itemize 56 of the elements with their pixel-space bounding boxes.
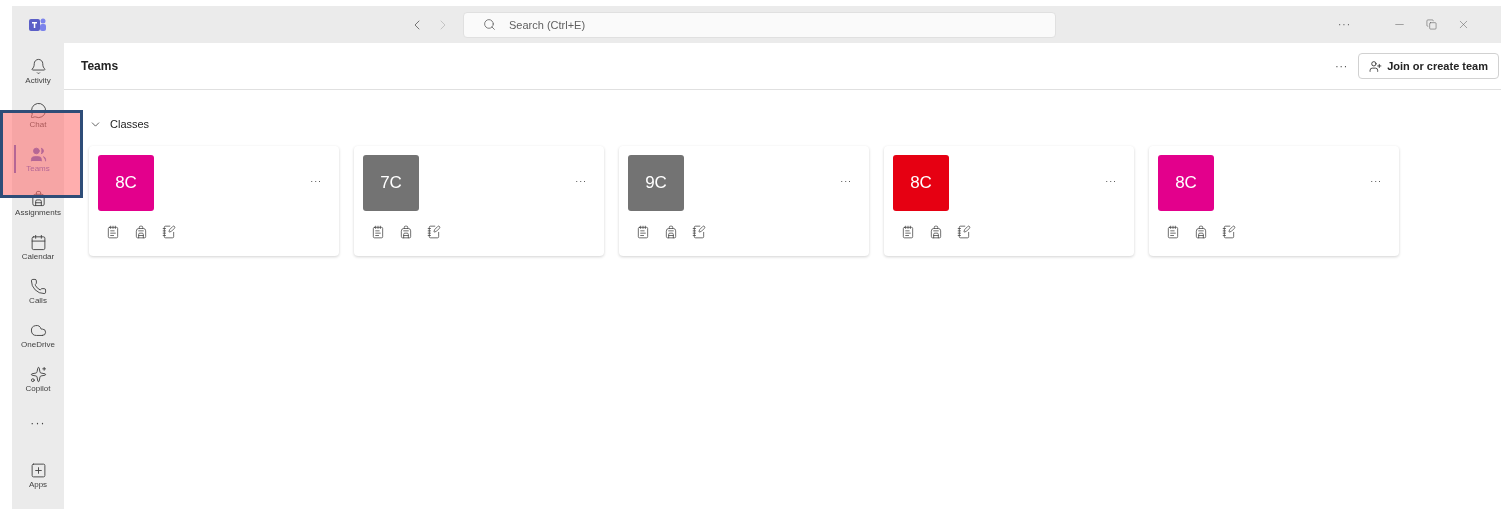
chat-icon	[29, 101, 47, 119]
more-options-button[interactable]: ···	[310, 174, 322, 188]
join-or-create-team-button[interactable]: Join or create team	[1358, 53, 1499, 79]
more-options-button[interactable]: ···	[575, 174, 587, 188]
sidebar-item[interactable]: Calls	[12, 269, 64, 313]
people-add-icon	[1369, 59, 1383, 73]
search-icon	[483, 17, 496, 31]
class-card[interactable]: 8C ···	[1149, 145, 1399, 256]
sparkle-icon	[29, 365, 47, 383]
class-card[interactable]: 7C ···	[354, 145, 604, 256]
class-avatar: 8C	[893, 154, 949, 211]
more-options-button[interactable]: ···	[840, 174, 852, 188]
more-options-button[interactable]: ···	[1370, 174, 1382, 188]
notes-icon[interactable]	[636, 224, 650, 239]
sidebar-item[interactable]: Assignments	[12, 181, 64, 225]
class-card[interactable]: 9C ···	[619, 145, 869, 256]
more-options-button[interactable]: ···	[1335, 58, 1349, 74]
calendar-icon	[29, 233, 47, 251]
sidebar-item[interactable]: Apps	[12, 453, 64, 497]
backpack-icon[interactable]	[664, 224, 678, 239]
phone-icon	[29, 277, 47, 295]
bell-icon	[29, 57, 47, 75]
more-options-button[interactable]: ···	[1338, 17, 1351, 32]
backpack-icon[interactable]	[134, 224, 148, 239]
notebook-pen-icon[interactable]	[957, 224, 971, 239]
backpack-icon[interactable]	[929, 224, 943, 239]
class-card[interactable]: 8C ···	[89, 145, 339, 256]
more-apps-button[interactable]: ···	[12, 401, 64, 445]
class-avatar: 8C	[1158, 154, 1214, 211]
backpack-icon	[29, 189, 47, 207]
sidebar-item[interactable]: Activity	[12, 49, 64, 93]
class-avatar: 8C	[98, 154, 154, 211]
people-icon	[29, 145, 47, 163]
class-avatar: 7C	[363, 154, 419, 211]
notebook-pen-icon[interactable]	[1222, 224, 1236, 239]
section-toggle[interactable]: Classes	[89, 116, 150, 133]
search-field[interactable]: Search (Ctrl+E)	[463, 11, 1056, 38]
notebook-pen-icon[interactable]	[162, 224, 176, 239]
selected-indicator	[14, 145, 16, 173]
class-card[interactable]: 8C ···	[884, 145, 1134, 256]
class-avatar: 9C	[628, 154, 684, 211]
app-logo-icon	[29, 16, 47, 33]
notes-icon[interactable]	[1166, 224, 1180, 239]
notes-icon[interactable]	[106, 224, 120, 239]
sidebar-item[interactable]: OneDrive	[12, 313, 64, 357]
sidebar-item[interactable]: Calendar	[12, 225, 64, 269]
notebook-pen-icon[interactable]	[692, 224, 706, 239]
plus-square-icon	[29, 461, 47, 479]
backpack-icon[interactable]	[399, 224, 413, 239]
notes-icon[interactable]	[901, 224, 915, 239]
backpack-icon[interactable]	[1194, 224, 1208, 239]
notes-icon[interactable]	[371, 224, 385, 239]
page-title: Teams	[81, 58, 119, 75]
more-options-button[interactable]: ···	[1105, 174, 1117, 188]
notebook-pen-icon[interactable]	[427, 224, 441, 239]
sidebar-item[interactable]: Copilot	[12, 357, 64, 401]
